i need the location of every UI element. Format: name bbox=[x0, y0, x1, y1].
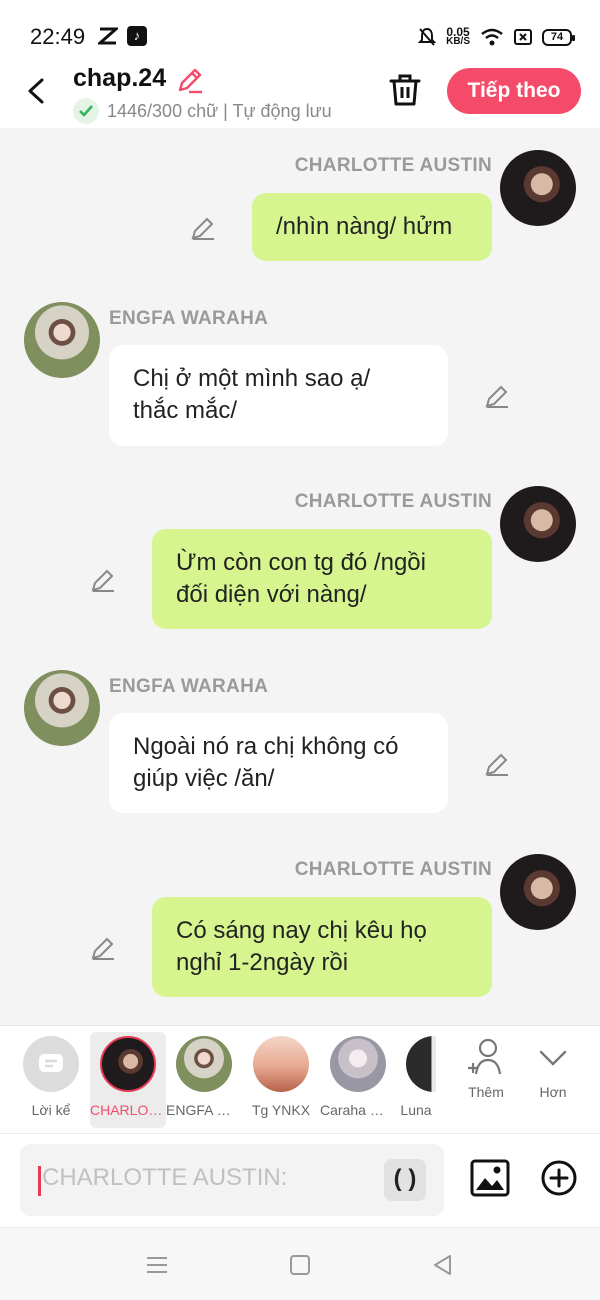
back-nav-icon[interactable] bbox=[430, 1252, 456, 1278]
menu-icon[interactable] bbox=[144, 1252, 170, 1278]
home-icon[interactable] bbox=[287, 1252, 313, 1278]
character-caraha[interactable]: Caraha Wi... bbox=[320, 1036, 396, 1118]
pencil-icon[interactable] bbox=[190, 215, 216, 241]
more-characters-button[interactable]: Hơn bbox=[515, 1036, 591, 1100]
chapter-title[interactable]: chap.24 bbox=[73, 64, 166, 93]
avatar[interactable] bbox=[24, 302, 100, 378]
pencil-icon[interactable] bbox=[484, 383, 510, 409]
character-tg[interactable]: Tg YNKX bbox=[243, 1036, 319, 1118]
message-bubble[interactable]: Ừm còn con tg đó /ngồi đối diện với nàng… bbox=[152, 529, 492, 629]
character-engfa[interactable]: ENGFA WARAHA bbox=[166, 1036, 242, 1118]
avatar[interactable] bbox=[500, 486, 576, 562]
tiktok-icon: ♪ bbox=[127, 26, 147, 46]
narrator-icon bbox=[23, 1036, 79, 1092]
message-bubble[interactable]: Có sáng nay chị kêu họ nghỉ 1-2ngày rồi bbox=[152, 897, 492, 997]
status-icons: 0.05 KB/S 74 bbox=[418, 25, 575, 48]
message-bubble[interactable]: Ngoài nó ra chị không có giúp việc /ăn/ bbox=[109, 713, 448, 813]
wifi-icon bbox=[481, 28, 503, 46]
capcut-icon bbox=[98, 27, 118, 45]
edit-title-icon[interactable] bbox=[176, 66, 204, 94]
speaker-name: CHARLOTTE AUSTIN bbox=[294, 859, 492, 880]
avatar bbox=[330, 1036, 386, 1092]
add-person-icon bbox=[468, 1038, 502, 1075]
speaker-name: ENGFA WARAHA bbox=[109, 676, 269, 697]
avatar bbox=[176, 1036, 232, 1092]
save-status: 1446/300 chữ | Tự động lưu bbox=[73, 98, 332, 124]
avatar[interactable] bbox=[24, 670, 100, 746]
avatar bbox=[253, 1036, 309, 1092]
chat-area[interactable]: CHARLOTTE AUSTIN /nhìn nàng/ hửm ENGFA W… bbox=[0, 128, 600, 1025]
pencil-icon[interactable] bbox=[90, 935, 116, 961]
input-placeholder: CHARLOTTE AUSTIN: bbox=[42, 1164, 288, 1191]
pencil-icon[interactable] bbox=[90, 567, 116, 593]
text-caret bbox=[38, 1166, 41, 1196]
status-time: 22:49 bbox=[30, 24, 86, 49]
character-narrator[interactable]: Lời kể bbox=[13, 1036, 89, 1118]
plus-icon[interactable] bbox=[540, 1159, 578, 1197]
chevron-down-icon bbox=[539, 1050, 567, 1066]
character-luna[interactable]: Luna bbox=[396, 1036, 436, 1118]
check-icon bbox=[73, 98, 99, 124]
avatar[interactable] bbox=[500, 150, 576, 226]
battery-icon: 74 bbox=[542, 28, 575, 46]
avatar bbox=[406, 1036, 436, 1092]
image-icon[interactable] bbox=[470, 1158, 510, 1198]
system-nav-bar bbox=[0, 1227, 600, 1300]
speaker-name: CHARLOTTE AUSTIN bbox=[294, 491, 492, 512]
message-bubble[interactable]: Chị ở một mình sao ạ/ thắc mắc/ bbox=[109, 345, 448, 446]
pencil-icon[interactable] bbox=[484, 751, 510, 777]
speaker-name: ENGFA WARAHA bbox=[109, 308, 269, 329]
character-charlotte[interactable]: CHARLOTTE AUSTIN bbox=[90, 1036, 166, 1118]
sim-icon bbox=[514, 29, 532, 45]
next-button[interactable]: Tiếp theo bbox=[447, 68, 581, 114]
input-bar: CHARLOTTE AUSTIN: ( ) bbox=[0, 1133, 600, 1227]
trash-icon[interactable] bbox=[387, 72, 423, 108]
bell-off-icon bbox=[418, 27, 437, 46]
avatar[interactable] bbox=[500, 854, 576, 930]
add-character-button[interactable]: Thêm bbox=[448, 1036, 524, 1100]
status-bar: 22:49 ♪ 0.05 KB/S 74 bbox=[0, 0, 600, 62]
network-speed: 0.05 KB/S bbox=[446, 25, 470, 47]
character-selector: Lời kể CHARLOTTE AUSTIN ENGFA WARAHA Tg … bbox=[0, 1025, 600, 1133]
message-bubble[interactable]: /nhìn nàng/ hửm bbox=[252, 193, 492, 261]
avatar bbox=[100, 1036, 156, 1092]
message-input[interactable]: CHARLOTTE AUSTIN: ( ) bbox=[20, 1144, 444, 1216]
back-button[interactable] bbox=[20, 72, 54, 110]
word-count-text: 1446/300 chữ | Tự động lưu bbox=[107, 100, 332, 121]
parenthesis-button[interactable]: ( ) bbox=[384, 1159, 426, 1201]
editor-header: chap.24 1446/300 chữ | Tự động lưu Tiếp … bbox=[0, 62, 600, 128]
speaker-name: CHARLOTTE AUSTIN bbox=[294, 155, 492, 176]
